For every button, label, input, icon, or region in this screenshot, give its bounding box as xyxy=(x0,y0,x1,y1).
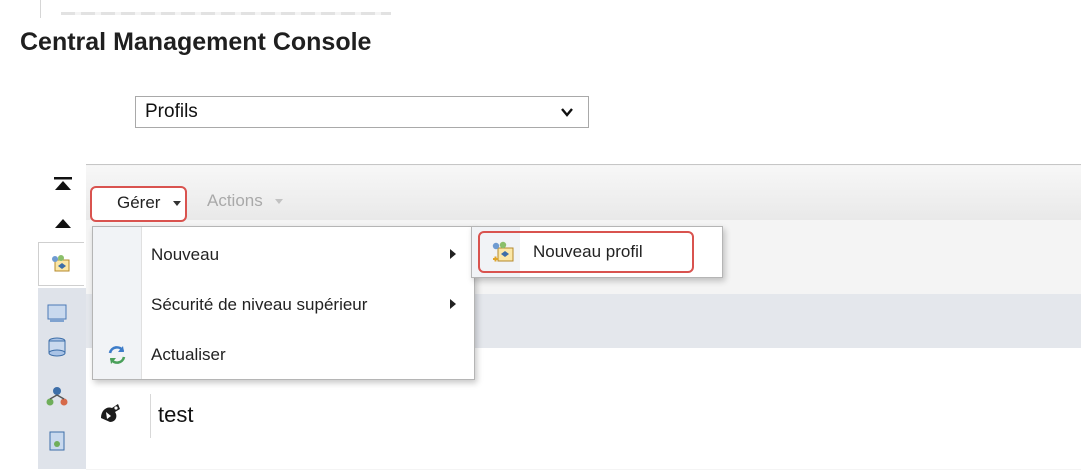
list-item[interactable]: test xyxy=(86,394,1081,438)
collapse-icon[interactable] xyxy=(52,216,74,230)
menu-item-new-profile[interactable]: Nouveau profil xyxy=(478,231,694,273)
view-selector-value: Profils xyxy=(145,101,198,122)
page-title: Central Management Console xyxy=(20,28,372,56)
submenu-arrow-icon xyxy=(450,249,456,259)
profiles-icon xyxy=(52,255,70,272)
profile-name: test xyxy=(158,402,194,427)
menu-item-top-level-security[interactable]: Sécurité de niveau supérieur xyxy=(93,283,474,327)
network-icon[interactable] xyxy=(46,386,68,408)
menu-item-label: Nouveau xyxy=(151,245,220,264)
new-profile-icon xyxy=(492,241,514,262)
refresh-icon xyxy=(108,346,126,364)
view-selector[interactable]: Profils xyxy=(135,96,589,128)
menu-item-label: Nouveau profil xyxy=(533,242,643,261)
server-icon[interactable] xyxy=(46,430,68,452)
new-submenu: Nouveau profil xyxy=(471,226,723,278)
menu-item-label: Sécurité de niveau supérieur xyxy=(151,295,368,314)
menu-item-refresh[interactable]: Actualiser xyxy=(93,333,474,377)
actions-menu-label: Actions xyxy=(207,191,263,210)
tab-profiles[interactable] xyxy=(38,242,84,286)
menu-item-label: Actualiser xyxy=(151,345,226,364)
collapse-all-icon[interactable] xyxy=(52,176,74,192)
manage-menu-button[interactable]: Gérer xyxy=(90,186,187,222)
actions-menu-button[interactable]: Actions xyxy=(207,191,283,211)
window-edge-decoration xyxy=(40,0,401,18)
menu-item-new[interactable]: Nouveau xyxy=(93,233,474,277)
sidebar-icons xyxy=(38,288,86,469)
manage-menu-label: Gérer xyxy=(117,193,161,212)
column-divider xyxy=(150,394,151,438)
chevron-down-icon xyxy=(561,108,573,117)
database-icon[interactable] xyxy=(46,336,68,358)
profile-icon xyxy=(101,404,120,422)
caret-down-icon xyxy=(173,201,181,206)
manage-dropdown-menu: Nouveau Sécurité de niveau supérieur Act… xyxy=(92,226,475,380)
users-icon[interactable] xyxy=(46,302,68,324)
caret-down-icon xyxy=(274,199,283,205)
submenu-arrow-icon xyxy=(450,299,456,309)
